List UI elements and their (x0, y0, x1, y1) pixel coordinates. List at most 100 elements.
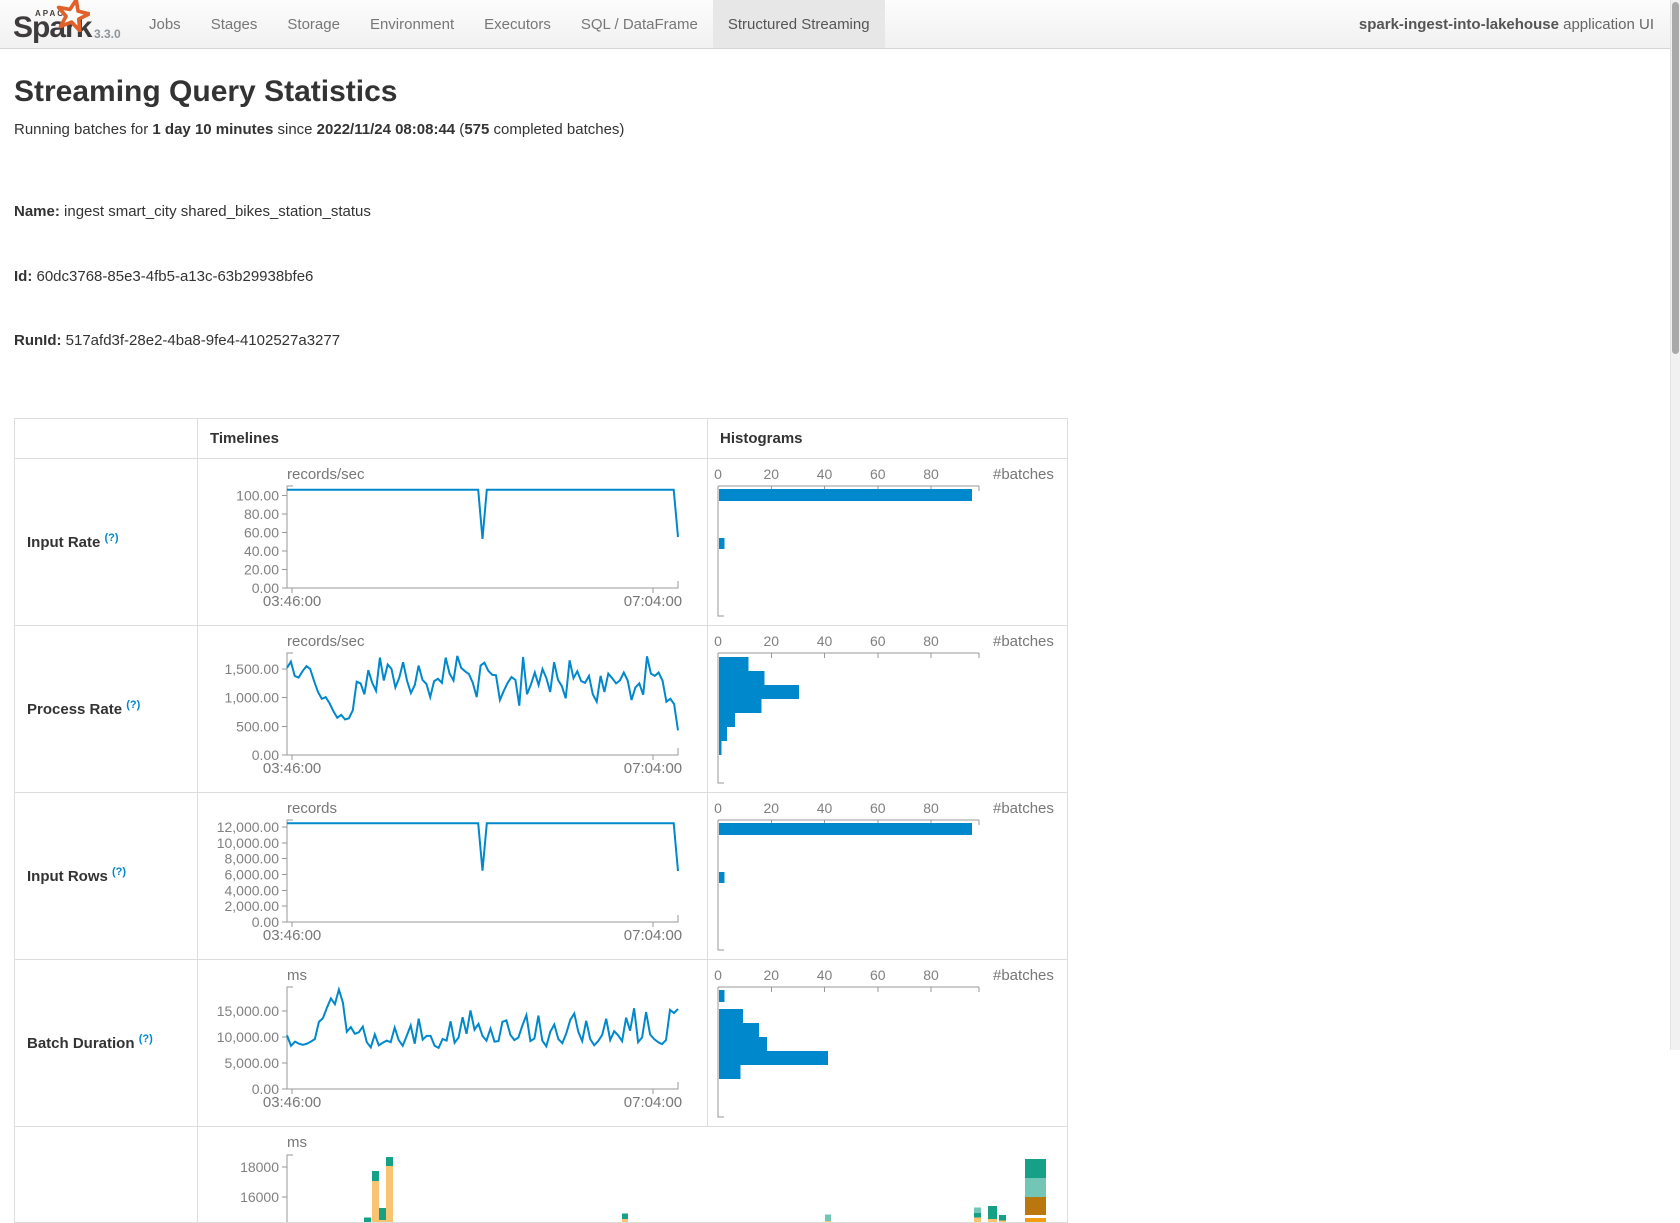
svg-text:records/sec: records/sec (287, 466, 365, 483)
name-label: Name: (14, 203, 60, 220)
row-label-text: Process Rate (27, 701, 122, 718)
svg-text:#batches: #batches (993, 800, 1054, 817)
svg-text:1,500.00: 1,500.00 (225, 661, 280, 677)
name-value: ingest smart_city shared_bikes_station_s… (60, 203, 371, 220)
id-value: 60dc3768-85e3-4fb5-a13c-63b29938bfe6 (32, 268, 313, 285)
svg-text:1,000.00: 1,000.00 (225, 689, 280, 705)
paren-open: ( (455, 121, 464, 138)
svg-text:0: 0 (714, 800, 722, 816)
row-label-text: Input Rate (27, 534, 100, 551)
svg-text:40.00: 40.00 (244, 542, 279, 558)
svg-text:60.00: 60.00 (244, 524, 279, 540)
runid-value: 517afd3f-28e2-4ba8-9fe4-4102527a3277 (61, 332, 340, 349)
svg-text:2,000.00: 2,000.00 (225, 898, 280, 914)
spark-version: 3.3.0 (94, 27, 121, 41)
start-time: 2022/11/24 08:08:44 (317, 121, 455, 138)
application-title-suffix: application UI (1559, 16, 1654, 33)
input-rows-help[interactable]: (?) (112, 866, 126, 878)
svg-text:07:04:00: 07:04:00 (624, 927, 682, 944)
scrollbar[interactable] (1670, 0, 1680, 1050)
tab-stages[interactable]: Stages (196, 0, 273, 48)
header-histograms: Histograms (708, 418, 1068, 458)
tab-jobs[interactable]: Jobs (134, 0, 196, 48)
scrollbar-thumb[interactable] (1672, 2, 1679, 354)
query-runid-line: RunId: 517afd3f-28e2-4ba8-9fe4-4102527a3… (14, 330, 1680, 352)
batch-duration-timeline-chart: ms15,000.0010,000.005,000.000.0003:46:00… (198, 960, 707, 1126)
svg-text:80: 80 (923, 967, 939, 983)
svg-text:03:46:00: 03:46:00 (263, 760, 321, 777)
svg-text:20: 20 (763, 967, 779, 983)
tab-environment[interactable]: Environment (355, 0, 469, 48)
completed-batches-count: 575 (464, 121, 489, 138)
row-label-input-rows: Input Rows (?) (15, 792, 198, 959)
svg-text:60: 60 (870, 633, 886, 649)
running-batches-line: Running batches for 1 day 10 minutes sin… (14, 121, 1680, 138)
svg-text:20: 20 (763, 633, 779, 649)
svg-text:8,000.00: 8,000.00 (225, 850, 280, 866)
svg-text:07:04:00: 07:04:00 (624, 760, 682, 777)
row-label-text: Batch Duration (27, 1035, 135, 1052)
process-rate-timeline-chart: records/sec1,500.001,000.00500.000.0003:… (198, 626, 707, 792)
svg-text:60: 60 (870, 800, 886, 816)
completed-suffix: completed batches) (489, 121, 624, 138)
statistics-table: Timelines Histograms Input Rate (?) reco… (14, 418, 1068, 1223)
svg-text:03:46:00: 03:46:00 (263, 593, 321, 610)
svg-text:records/sec: records/sec (287, 633, 365, 650)
svg-text:15,000.00: 15,000.00 (217, 1002, 279, 1018)
table-row: Batch Duration (?) ms15,000.0010,000.005… (15, 959, 1068, 1126)
navbar: APACHE Spark 3.3.0 Jobs Stages Storage E… (0, 0, 1680, 49)
runid-label: RunId: (14, 332, 61, 349)
svg-text:#batches: #batches (993, 466, 1054, 483)
process-rate-histogram-chart: 020406080#batches (708, 626, 1067, 792)
svg-text:20.00: 20.00 (244, 561, 279, 577)
query-metadata: Name: ingest smart_city shared_bikes_sta… (14, 158, 1680, 395)
input-rows-histogram-chart: 020406080#batches (708, 793, 1067, 959)
svg-text:40: 40 (817, 800, 833, 816)
svg-text:16000: 16000 (240, 1189, 279, 1205)
svg-text:40: 40 (817, 466, 833, 482)
svg-text:10,000.00: 10,000.00 (217, 1028, 279, 1044)
tab-storage[interactable]: Storage (272, 0, 355, 48)
svg-text:03:46:00: 03:46:00 (263, 927, 321, 944)
table-row: Process Rate (?) records/sec 1,500.00 1,00… (15, 625, 1068, 792)
svg-text:0: 0 (714, 633, 722, 649)
application-title: spark-ingest-into-lakehouse application … (1359, 0, 1654, 49)
svg-text:100.00: 100.00 (236, 487, 279, 503)
table-row: ms1800016000 (15, 1126, 1068, 1222)
operation-duration-chart: ms1800016000 (198, 1127, 1066, 1222)
table-row: Input Rows (?) records 12,000.0010,000.00… (15, 792, 1068, 959)
tab-sql-dataframe[interactable]: SQL / DataFrame (566, 0, 713, 48)
tab-structured-streaming[interactable]: Structured Streaming (713, 0, 885, 48)
batch-duration-help[interactable]: (?) (139, 1033, 153, 1045)
process-rate-help[interactable]: (?) (126, 699, 140, 711)
query-id-line: Id: 60dc3768-85e3-4fb5-a13c-63b29938bfe6 (14, 266, 1680, 288)
svg-text:03:46:00: 03:46:00 (263, 1094, 321, 1111)
svg-text:40: 40 (817, 967, 833, 983)
row-label-process-rate: Process Rate (?) (15, 625, 198, 792)
svg-text:07:04:00: 07:04:00 (624, 593, 682, 610)
svg-text:12,000.00: 12,000.00 (217, 819, 279, 835)
running-prefix: Running batches for (14, 121, 152, 138)
table-row: Input Rate (?) records/sec 100.00 80.00 60.… (15, 458, 1068, 625)
header-empty (15, 418, 198, 458)
input-rate-timeline-chart: records/sec100.0080.0060.0040.0020.000.0… (198, 459, 707, 625)
spark-star-icon (56, 0, 90, 32)
svg-text:0: 0 (714, 967, 722, 983)
row-label-operation-duration (15, 1126, 198, 1222)
batch-duration-histogram-chart: 020406080#batches (708, 960, 1067, 1126)
svg-text:18000: 18000 (240, 1159, 279, 1175)
table-header-row: Timelines Histograms (15, 418, 1068, 458)
svg-text:10,000.00: 10,000.00 (217, 834, 279, 850)
svg-text:500.00: 500.00 (236, 718, 279, 734)
input-rate-help[interactable]: (?) (105, 532, 119, 544)
tab-executors[interactable]: Executors (469, 0, 566, 48)
page-title: Streaming Query Statistics (14, 75, 1680, 109)
svg-text:40: 40 (817, 633, 833, 649)
svg-text:80.00: 80.00 (244, 505, 279, 521)
spark-logo[interactable]: APACHE Spark 3.3.0 (0, 0, 134, 48)
svg-text:20: 20 (763, 800, 779, 816)
svg-text:records: records (287, 800, 337, 817)
input-rows-timeline-chart: records12,000.0010,000.008,000.006,000.0… (198, 793, 707, 959)
svg-text:80: 80 (923, 466, 939, 482)
svg-text:07:04:00: 07:04:00 (624, 1094, 682, 1111)
